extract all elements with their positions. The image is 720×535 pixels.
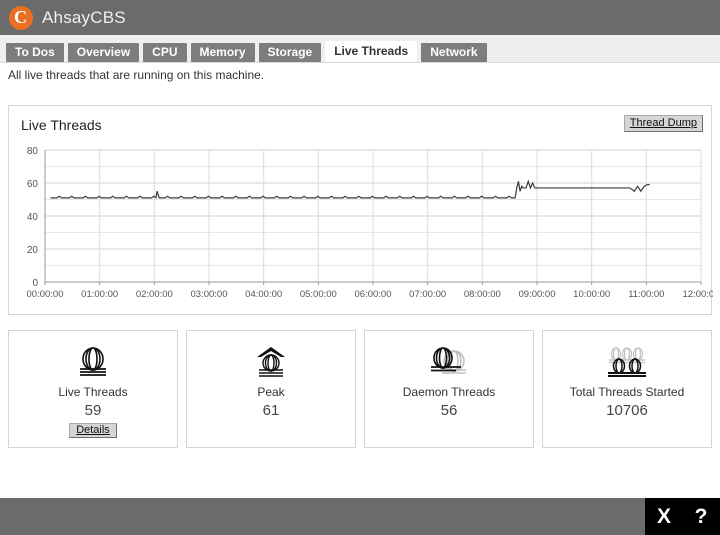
details-button[interactable]: Details [69,423,117,438]
stat-card-value: 61 [263,402,280,419]
thread-stat-cards: Live Threads 59 Details Peak 61 [8,330,712,448]
daemon-thread-icon [426,343,472,383]
stat-card-daemon-threads: Daemon Threads 56 [364,330,534,448]
chart-series-line [50,181,649,198]
close-icon[interactable]: X [646,506,683,527]
live-threads-line-chart: 0 20 40 60 80 00:00:00 01:00:00 02:00:00 03:00:0… [9,142,713,314]
chart-x-tick-label: 05:00:00 [300,289,337,300]
tab-live-threads[interactable]: Live Threads [325,41,417,62]
chart-y-tick-label: 40 [27,212,39,223]
chart-y-tick-label: 0 [32,278,38,289]
chart-x-tick-label: 09:00:00 [519,289,556,300]
stat-card-label: Total Threads Started [570,385,685,399]
chart-y-tick-label: 20 [27,245,39,256]
stat-card-value: 59 [85,402,102,419]
total-threads-icon [604,343,650,383]
chart-x-tick-label: 04:00:00 [245,289,282,300]
stat-card-label: Peak [257,385,284,399]
chart-x-tick-label: 07:00:00 [409,289,446,300]
chart-x-tick-label: 08:00:00 [464,289,501,300]
logo-letter: C [14,8,27,26]
chart-title: Live Threads [21,117,102,133]
stat-card-value: 56 [441,402,458,419]
help-icon[interactable]: ? [683,506,720,527]
chart-x-tick-label: 00:00:00 [27,289,64,300]
live-threads-page: C AhsayCBS To DosOverviewCPU MemoryStorag… [0,0,720,535]
chart-x-tick-label: 02:00:00 [136,289,173,300]
thread-peak-icon [251,343,291,383]
chart-x-tick-label: 12:00:00 [683,289,713,300]
chart-x-tick-label: 11:00:00 [628,289,664,300]
live-threads-chart-panel: Live Threads Thread Dump 0 20 40 60 80 00:00:… [8,105,712,315]
chart-x-tick-label: 10:00:00 [573,289,610,300]
chart-x-tick-label: 03:00:00 [191,289,228,300]
ahsay-logo-icon: C [9,6,33,30]
tab-storage[interactable]: Storage [259,43,322,62]
stat-card-value: 10706 [606,402,648,419]
app-header: C AhsayCBS [0,0,720,35]
chart-y-tick-label: 60 [27,179,39,190]
footer-action-group: X ? [645,498,720,535]
chart-x-tick-label: 06:00:00 [355,289,392,300]
chart-x-tick-label: 01:00:00 [81,289,118,300]
stat-card-live-threads: Live Threads 59 Details [8,330,178,448]
tab-to-dos[interactable]: To Dos [6,43,64,62]
tab-cpu[interactable]: CPU [143,43,186,62]
chart-plot-area: 0 20 40 60 80 00:00:00 01:00:00 02:00:00 03:00:0… [9,142,713,314]
tab-network[interactable]: Network [421,43,486,62]
stat-card-label: Live Threads [58,385,127,399]
app-title: AhsayCBS [42,8,126,28]
thread-loop-icon [73,343,113,383]
tab-memory[interactable]: Memory [191,43,255,62]
page-description: All live threads that are running on thi… [8,68,264,82]
stat-card-label: Daemon Threads [403,385,496,399]
tab-overview[interactable]: Overview [68,43,139,62]
chart-y-tick-label: 80 [27,146,39,157]
footer-bar: X ? [0,498,720,535]
stat-card-peak: Peak 61 [186,330,356,448]
stat-card-total-threads-started: Total Threads Started 10706 [542,330,712,448]
thread-dump-button[interactable]: Thread Dump [624,115,703,132]
tab-bar: To DosOverviewCPU MemoryStorageLive Threa… [0,35,720,63]
